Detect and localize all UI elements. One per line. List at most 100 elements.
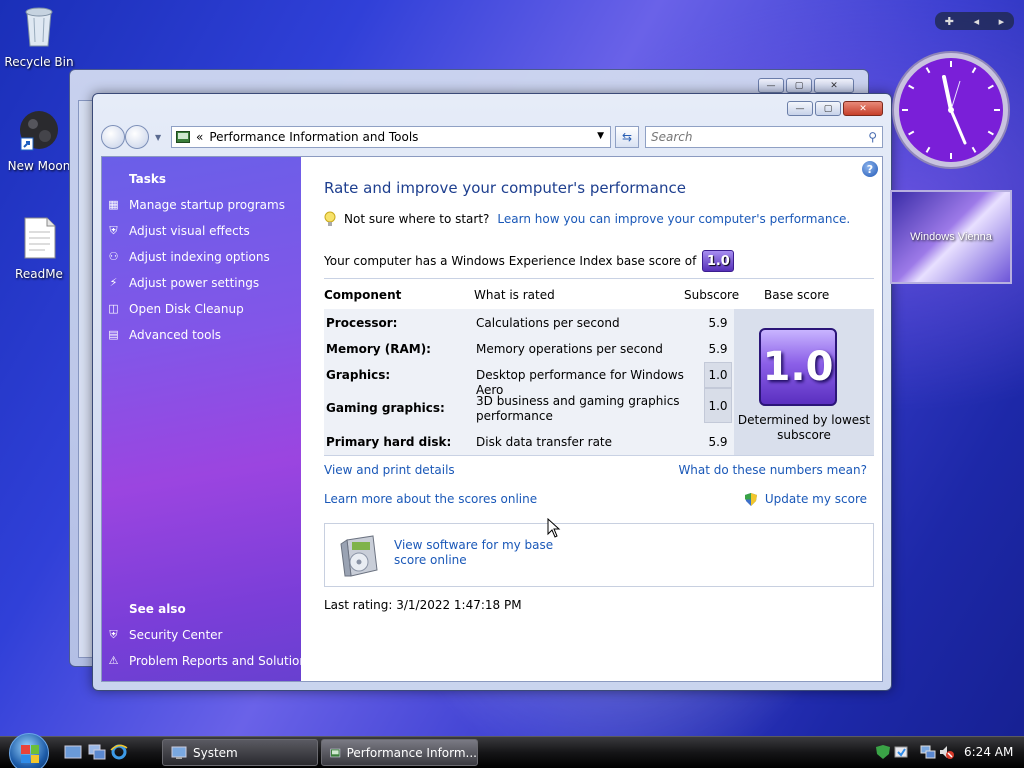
desktop-icon-label: ReadMe — [15, 267, 63, 281]
indexing-icon: ⚇ — [108, 250, 119, 263]
desktop-icon-new-moon[interactable]: New Moon — [2, 108, 76, 173]
last-rating: Last rating: 3/1/2022 1:47:18 PM — [324, 598, 522, 612]
base-score-panel: 1.0 Determined by lowest subscore — [734, 309, 874, 455]
learn-more-scores-link[interactable]: Learn more about the scores online — [324, 492, 537, 506]
tools-icon: ▤ — [108, 328, 119, 341]
maximize-button[interactable]: ▢ — [786, 78, 812, 93]
refresh-icon: ⇆ — [621, 130, 633, 144]
recent-pages-chevron-icon[interactable]: ▼ — [155, 133, 161, 142]
clock-gadget[interactable] — [890, 49, 1012, 171]
windows-update-tray-icon[interactable] — [893, 744, 909, 760]
sidebar-item-security-center[interactable]: ⛨ Security Center — [106, 627, 222, 642]
network-tray-icon[interactable] — [920, 744, 936, 760]
column-header-component: Component — [324, 288, 402, 302]
forward-button[interactable] — [125, 125, 149, 149]
task-pane: Tasks ▦ Manage startup programs ⛨ Adjust… — [102, 157, 313, 681]
back-button[interactable] — [101, 125, 125, 149]
start-button[interactable] — [9, 733, 49, 768]
shield-icon: ⛨ — [109, 627, 118, 641]
row-subscore-memory: 5.9 — [708, 342, 728, 356]
close-button[interactable]: ✕ — [814, 78, 854, 93]
taskbar-button-system[interactable]: System — [162, 739, 318, 766]
learn-improve-link[interactable]: Learn how you can improve your computer'… — [497, 212, 850, 226]
sidebar-item-indexing[interactable]: ⚇ Adjust indexing options — [106, 249, 270, 264]
sidebar-item-disk-cleanup[interactable]: ◫ Open Disk Cleanup — [106, 301, 243, 316]
row-component-hard-disk: Primary hard disk: — [326, 435, 452, 449]
desktop-icon-label: Recycle Bin — [4, 55, 74, 69]
sidebar-item-advanced-tools[interactable]: ▤ Advanced tools — [106, 327, 221, 342]
address-bar[interactable]: « Performance Information and Tools ▼ — [171, 126, 611, 148]
navigation-bar: ▼ « Performance Information and Tools ▼ … — [101, 124, 883, 150]
desktop-icon-label: New Moon — [7, 159, 71, 173]
search-box[interactable]: Search ⚲ — [645, 126, 883, 148]
gadget-toolbar[interactable]: ✚ ◂ ▸ — [935, 12, 1014, 30]
sidebar-item-label: Advanced tools — [129, 327, 222, 342]
sidebar-item-label: Manage startup programs — [129, 197, 285, 212]
search-icon[interactable]: ⚲ — [868, 130, 877, 144]
switch-windows-icon[interactable] — [88, 744, 106, 760]
control-panel-icon — [330, 748, 341, 757]
page-title: Rate and improve your computer's perform… — [324, 179, 686, 197]
divider — [324, 455, 874, 456]
slideshow-gadget[interactable]: Windows Vienna — [890, 190, 1012, 284]
update-score-button[interactable]: Update my score — [744, 492, 867, 506]
show-desktop-icon[interactable] — [64, 744, 82, 760]
system-icon — [171, 746, 187, 759]
taskbar-button-performance[interactable]: Performance Inform... — [321, 739, 478, 766]
windows-logo-icon — [21, 745, 39, 763]
base-score-badge: 1.0 — [759, 328, 837, 406]
row-component-memory: Memory (RAM): — [326, 342, 431, 356]
mouse-cursor-icon — [547, 518, 561, 538]
disk-cleanup-icon: ◫ — [108, 302, 119, 315]
sidebar-item-label: Problem Reports and Solutions — [129, 653, 314, 668]
sidebar-item-label: Adjust visual effects — [129, 223, 250, 238]
next-gadget-icon[interactable]: ▸ — [999, 15, 1005, 28]
previous-gadget-icon[interactable]: ◂ — [974, 15, 980, 28]
sidebar-item-label: Adjust indexing options — [129, 249, 270, 264]
minimize-button[interactable]: — — [787, 101, 813, 116]
sidebar-item-problem-reports[interactable]: ⚠ Problem Reports and Solutions — [106, 653, 314, 668]
base-score-mini-badge: 1.0 — [702, 250, 735, 272]
base-score-text: Your computer has a Windows Experience I… — [324, 254, 697, 268]
desktop-icon-recycle-bin[interactable]: Recycle Bin — [2, 4, 76, 69]
taskbar-button-label: System — [193, 745, 238, 760]
desktop-icon-readme[interactable]: ReadMe — [2, 216, 76, 281]
minimize-button[interactable]: — — [758, 78, 784, 93]
internet-explorer-icon[interactable] — [110, 744, 128, 760]
performance-window[interactable]: — ▢ ✕ ▼ « Performance Information and To… — [92, 93, 892, 691]
security-tray-icon[interactable] — [875, 744, 891, 760]
base-score-line: Your computer has a Windows Experience I… — [324, 250, 735, 272]
base-score-caption: Determined by lowest subscore — [737, 413, 871, 442]
software-box-icon — [340, 535, 378, 577]
row-component-graphics: Graphics: — [326, 368, 391, 382]
tip-text: Not sure where to start? — [344, 212, 490, 226]
sidebar-item-visual-effects[interactable]: ⛨ Adjust visual effects — [106, 223, 250, 238]
sidebar-item-label: Security Center — [129, 627, 223, 642]
control-panel-icon — [176, 131, 190, 143]
add-gadget-icon[interactable]: ✚ — [945, 15, 954, 28]
maximize-button[interactable]: ▢ — [815, 101, 841, 116]
moon-icon — [20, 111, 58, 151]
row-component-processor: Processor: — [326, 316, 398, 330]
view-software-link[interactable]: View software for my base score online — [394, 538, 584, 568]
row-subscore-hard-disk: 5.9 — [708, 435, 728, 449]
address-text: Performance Information and Tools — [209, 130, 419, 144]
sidebar-item-manage-startup[interactable]: ▦ Manage startup programs — [106, 197, 285, 212]
taskbar-clock[interactable]: 6:24 AM — [964, 745, 1013, 759]
sidebar-item-power[interactable]: ⚡ Adjust power settings — [106, 275, 259, 290]
problem-reports-icon: ⚠ — [108, 654, 119, 667]
power-icon: ⚡ — [109, 276, 118, 289]
divider — [324, 278, 874, 279]
row-what-memory: Memory operations per second — [476, 342, 663, 356]
recycle-bin-icon — [25, 7, 53, 47]
sidebar-item-label: Adjust power settings — [129, 275, 260, 290]
help-icon[interactable]: ? — [862, 161, 878, 177]
volume-muted-icon[interactable] — [938, 744, 954, 760]
software-box: View software for my base score online — [324, 523, 874, 587]
close-button[interactable]: ✕ — [843, 101, 883, 116]
what-numbers-mean-link[interactable]: What do these numbers mean? — [678, 463, 867, 477]
view-print-details-link[interactable]: View and print details — [324, 463, 455, 477]
address-prefix: « — [196, 130, 204, 144]
address-dropdown-icon[interactable]: ▼ — [597, 131, 604, 141]
refresh-button[interactable]: ⇆ — [615, 126, 639, 148]
